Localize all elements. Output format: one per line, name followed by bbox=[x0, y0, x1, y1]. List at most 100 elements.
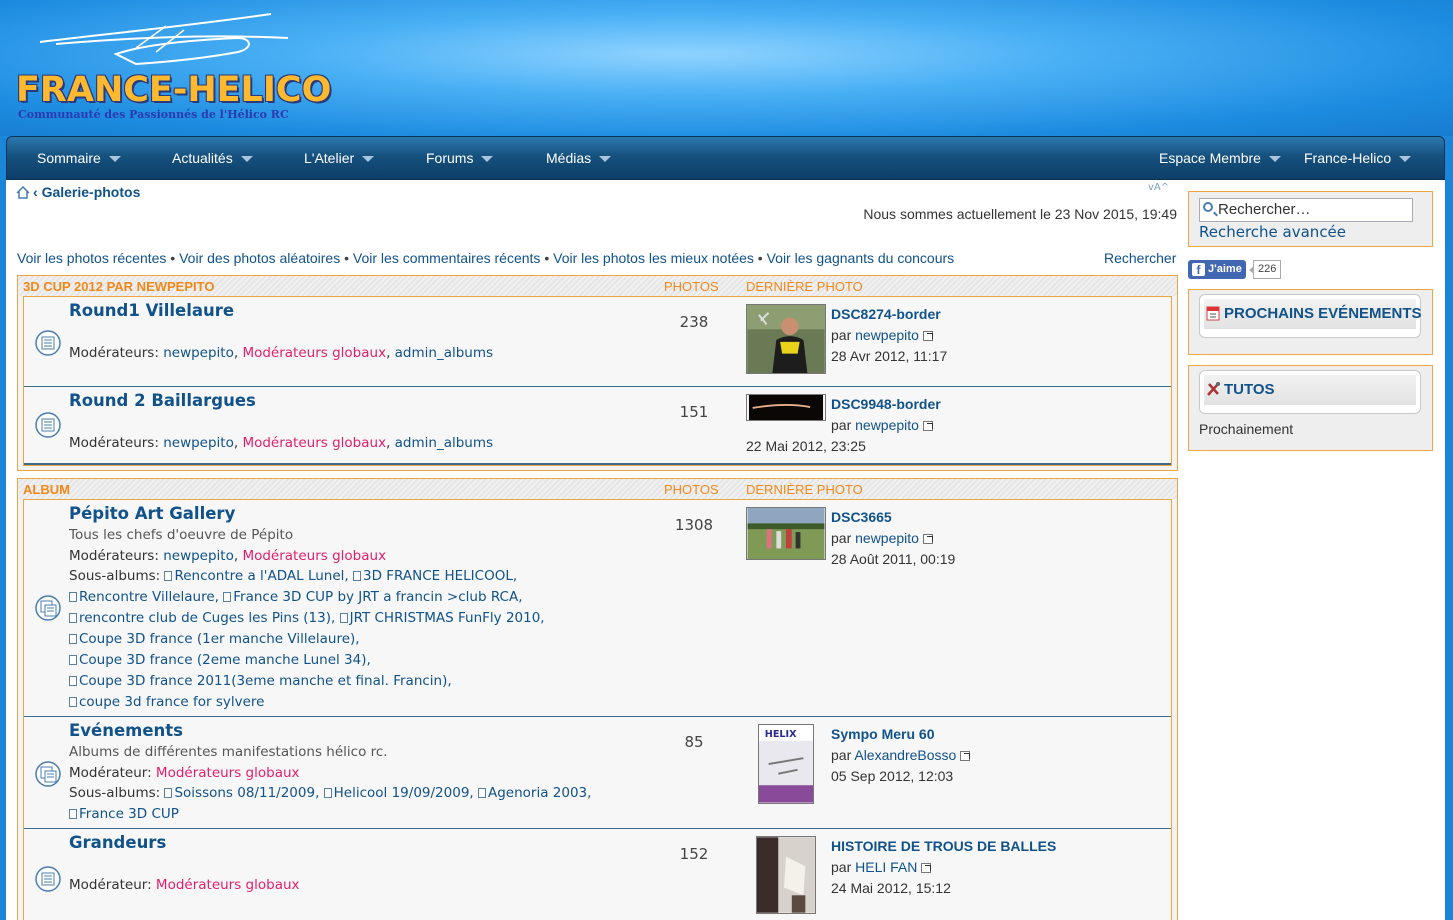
subalbum-icon bbox=[69, 634, 77, 644]
facebook-like-button[interactable]: f J'aime bbox=[1188, 260, 1246, 279]
moderators-label: Modérateurs: bbox=[69, 548, 159, 564]
category-title[interactable]: ALBUM bbox=[23, 482, 70, 497]
moderator-group-link[interactable]: Modérateurs globaux bbox=[156, 765, 300, 781]
author-link[interactable]: AlexandreBosso bbox=[854, 747, 956, 763]
moderator-group-link[interactable]: Modérateurs globaux bbox=[242, 548, 386, 564]
subalbum-link[interactable]: Soissons 08/11/2009, bbox=[174, 785, 319, 801]
last-photo-author: par newpepito bbox=[831, 530, 933, 546]
album-title[interactable]: Evénements bbox=[69, 721, 183, 740]
logo-title[interactable]: FRANCE-HELICO bbox=[16, 70, 331, 110]
subalbum-icon bbox=[69, 613, 77, 623]
subalbum-link[interactable]: Rencontre Villelaure, bbox=[79, 589, 219, 605]
subalbum-link[interactable]: Helicool 19/09/2009, bbox=[334, 785, 474, 801]
category-header: ALBUM PHOTOS DERNIÈRE PHOTO bbox=[18, 479, 1177, 499]
subalbum-link[interactable]: France 3D CUP by JRT a francin >club RCA… bbox=[233, 589, 522, 605]
nav-label: Sommaire bbox=[37, 150, 101, 166]
moderator-link[interactable]: newpepito bbox=[163, 345, 234, 361]
subalbum-link[interactable]: JRT CHRISTMAS FunFly 2010, bbox=[350, 610, 545, 626]
album-row: Round1 Villelaure Modérateurs: newpepito… bbox=[24, 297, 1171, 387]
svg-text:HELIX: HELIX bbox=[765, 729, 797, 740]
goto-photo-icon[interactable] bbox=[921, 863, 932, 873]
contest-winners-link[interactable]: Voir les gagnants du concours bbox=[767, 250, 955, 266]
font-size-toggle[interactable]: vA^ bbox=[1148, 182, 1169, 193]
subalbum-link[interactable]: Coupe 3D france 2011(3eme manche et fina… bbox=[79, 673, 452, 689]
random-photos-link[interactable]: Voir des photos aléatoires bbox=[179, 250, 340, 266]
subalbum-link[interactable]: Coupe 3D france (2eme manche Lunel 34), bbox=[79, 652, 371, 668]
current-datetime: Nous sommes actuellement le 23 Nov 2015,… bbox=[863, 206, 1177, 222]
nav-sommaire[interactable]: Sommaire bbox=[37, 137, 121, 181]
moderators-label: Modérateur: bbox=[69, 765, 152, 781]
site-header: FRANCE-HELICO Communauté des Passionnés … bbox=[0, 0, 1453, 136]
author-link[interactable]: newpepito bbox=[855, 530, 919, 546]
last-photo-thumbnail[interactable] bbox=[746, 507, 826, 560]
moderator-group-link[interactable]: Modérateurs globaux bbox=[242, 435, 386, 451]
nav-france-helico[interactable]: France-Helico bbox=[1304, 137, 1412, 181]
last-photo-thumbnail[interactable] bbox=[746, 304, 826, 374]
last-photo-title[interactable]: DSC9948-border bbox=[831, 396, 941, 412]
author-link[interactable]: newpepito bbox=[855, 417, 919, 433]
nav-espace-membre[interactable]: Espace Membre bbox=[1159, 137, 1281, 181]
subalbums-line: Coupe 3D france (2eme manche Lunel 34), bbox=[69, 650, 545, 671]
home-icon[interactable] bbox=[16, 186, 30, 199]
search-input[interactable]: Rechercher… bbox=[1199, 198, 1413, 222]
goto-photo-icon[interactable] bbox=[922, 421, 933, 431]
tutos-widget-header[interactable]: TUTOS bbox=[1204, 375, 1416, 405]
last-photo-thumbnail[interactable]: HELIX bbox=[758, 724, 814, 804]
goto-photo-icon[interactable] bbox=[960, 751, 971, 761]
subalbum-link[interactable]: Agenoria 2003, bbox=[488, 785, 591, 801]
subalbum-link[interactable]: France 3D CUP bbox=[79, 806, 179, 822]
album-subalbums-icon bbox=[35, 595, 61, 621]
subalbum-icon bbox=[69, 676, 77, 686]
subalbum-link[interactable]: Rencontre a l'ADAL Lunel, bbox=[174, 568, 348, 584]
breadcrumb: ‹ Galerie-photos bbox=[16, 184, 140, 200]
last-photo-thumbnail[interactable] bbox=[756, 836, 816, 914]
top-rated-link[interactable]: Voir les photos les mieux notées bbox=[553, 250, 754, 266]
album-title[interactable]: Round 2 Baillargues bbox=[69, 391, 256, 410]
subalbums-line: rencontre club de Cuges les Pins (13), J… bbox=[69, 608, 545, 629]
subalbums-line: Sous-albums: Rencontre a l'ADAL Lunel, 3… bbox=[69, 566, 545, 587]
nav-atelier[interactable]: L'Atelier bbox=[304, 137, 375, 181]
goto-photo-icon[interactable] bbox=[922, 534, 933, 544]
moderator-group-link[interactable]: Modérateurs globaux bbox=[156, 877, 300, 893]
nav-forums[interactable]: Forums bbox=[426, 137, 494, 181]
album-title[interactable]: Pépito Art Gallery bbox=[69, 504, 235, 523]
photo-count: 152 bbox=[679, 845, 709, 863]
facebook-like-count: 226 bbox=[1248, 260, 1282, 279]
subalbum-link[interactable]: 3D FRANCE HELICOOL, bbox=[363, 568, 517, 584]
subalbum-link[interactable]: rencontre club de Cuges les Pins (13), bbox=[79, 610, 335, 626]
author-link[interactable]: newpepito bbox=[855, 327, 919, 343]
recent-photos-link[interactable]: Voir les photos récentes bbox=[17, 250, 166, 266]
breadcrumb-current[interactable]: Galerie-photos bbox=[42, 184, 141, 200]
separator: • bbox=[340, 250, 353, 266]
subalbum-icon bbox=[339, 613, 348, 623]
album-title[interactable]: Round1 Villelaure bbox=[69, 301, 234, 320]
subalbum-link[interactable]: coupe 3d france for sylvere bbox=[79, 694, 265, 710]
album-row: Evénements Albums de différentes manifes… bbox=[24, 717, 1171, 829]
nav-medias[interactable]: Médias bbox=[546, 137, 612, 181]
category-3d-cup: 3D CUP 2012 PAR NEWPEPITO PHOTOS DERNIÈR… bbox=[17, 275, 1178, 471]
moderator-link[interactable]: admin_albums bbox=[395, 435, 493, 451]
category-title[interactable]: 3D CUP 2012 PAR NEWPEPITO bbox=[23, 279, 214, 294]
advanced-search-link[interactable]: Recherche avancée bbox=[1199, 223, 1346, 241]
goto-photo-icon[interactable] bbox=[922, 331, 933, 341]
last-photo-title[interactable]: Sympo Meru 60 bbox=[831, 726, 934, 742]
subalbum-link[interactable]: Coupe 3D france (1er manche Villelaure), bbox=[79, 631, 360, 647]
moderator-group-link[interactable]: Modérateurs globaux bbox=[242, 345, 386, 361]
last-photo-title[interactable]: DSC3665 bbox=[831, 509, 892, 525]
by-label: par bbox=[831, 859, 852, 875]
events-widget-header[interactable]: PROCHAINS EVÉNEMENTS bbox=[1204, 299, 1422, 329]
nav-actualites[interactable]: Actualités bbox=[172, 137, 253, 181]
chevron-down-icon bbox=[108, 156, 121, 163]
last-photo-thumbnail[interactable] bbox=[746, 394, 826, 421]
album-title[interactable]: Grandeurs bbox=[69, 833, 166, 852]
moderator-link[interactable]: newpepito bbox=[163, 548, 234, 564]
last-photo-title[interactable]: DSC8274-border bbox=[831, 306, 941, 322]
recent-comments-link[interactable]: Voir les commentaires récents bbox=[353, 250, 541, 266]
last-photo-author: par AlexandreBosso bbox=[831, 747, 971, 763]
author-link[interactable]: HELI FAN bbox=[855, 859, 917, 875]
search-link[interactable]: Rechercher bbox=[1104, 250, 1176, 266]
last-photo-title[interactable]: HISTOIRE DE TROUS DE BALLES bbox=[831, 838, 1056, 854]
moderator-link[interactable]: newpepito bbox=[163, 435, 234, 451]
subalbums-line: France 3D CUP bbox=[69, 804, 591, 825]
moderator-link[interactable]: admin_albums bbox=[395, 345, 493, 361]
